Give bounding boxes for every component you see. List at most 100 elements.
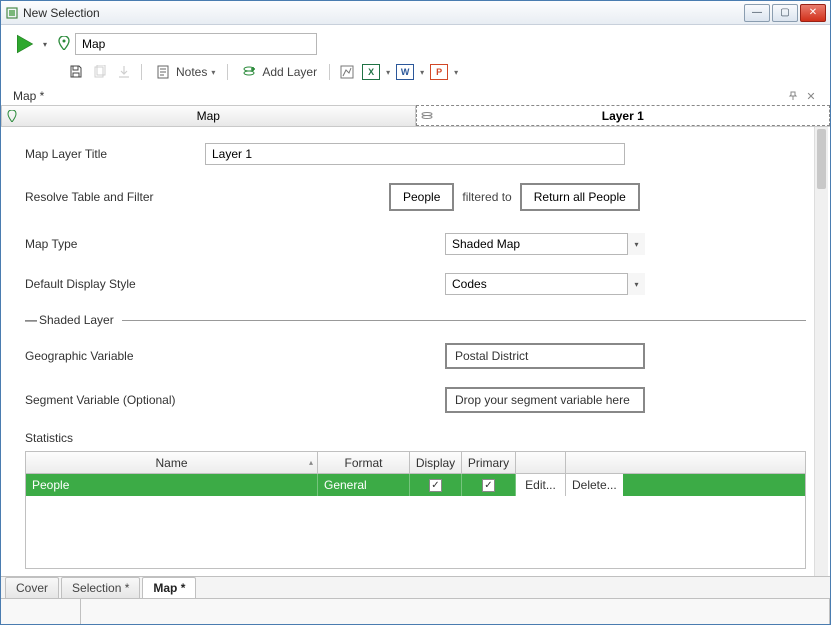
chevron-down-icon: ▾ bbox=[627, 273, 645, 295]
label-seg-variable: Segment Variable (Optional) bbox=[25, 393, 445, 407]
add-layer-icon bbox=[240, 63, 258, 81]
word-export-icon[interactable]: W bbox=[396, 64, 414, 80]
row-default-display: Default Display Style Codes ▾ bbox=[25, 273, 806, 295]
status-bar bbox=[1, 598, 830, 624]
notes-label: Notes bbox=[176, 65, 207, 79]
window-buttons: — ▢ ✕ bbox=[744, 4, 826, 22]
status-cell-1 bbox=[1, 599, 81, 624]
input-map-layer-title[interactable] bbox=[205, 143, 625, 165]
tab-map-bottom[interactable]: Map * bbox=[142, 577, 196, 598]
tab-selection[interactable]: Selection * bbox=[61, 577, 140, 598]
resolve-filter-chip[interactable]: Return all People bbox=[520, 183, 640, 211]
name-input[interactable] bbox=[75, 33, 317, 55]
col-header-name[interactable]: Name ▴ bbox=[26, 452, 318, 473]
toolbar-row-2: Notes ▾ Add Layer X ▾ W ▾ P ▾ bbox=[11, 61, 820, 83]
separator bbox=[141, 64, 142, 80]
row-seg-variable: Segment Variable (Optional) Drop your se… bbox=[25, 387, 806, 413]
layer-icon bbox=[421, 110, 433, 122]
close-panel-icon[interactable]: ✕ bbox=[804, 89, 818, 103]
tab-map[interactable]: Map bbox=[1, 105, 416, 126]
cell-name: People bbox=[26, 474, 318, 496]
grid-row[interactable]: People General ✓ ✓ Edit... Delete... bbox=[26, 474, 805, 496]
grid-header: Name ▴ Format Display Primary bbox=[26, 452, 805, 474]
edit-button[interactable]: Edit... bbox=[516, 474, 566, 496]
collapse-toggle-icon[interactable]: — bbox=[25, 313, 39, 327]
word-caret[interactable]: ▾ bbox=[420, 68, 424, 77]
row-resolve: Resolve Table and Filter People filtered… bbox=[25, 183, 806, 211]
toolbar-area: ▾ Notes ▾ bbox=[1, 25, 830, 87]
scrollbar[interactable] bbox=[814, 127, 828, 576]
resolve-table-chip[interactable]: People bbox=[389, 183, 454, 211]
chevron-down-icon: ▾ bbox=[627, 233, 645, 255]
map-pin-icon bbox=[6, 110, 18, 122]
pin-panel-icon[interactable] bbox=[786, 89, 800, 103]
minimize-button[interactable]: — bbox=[744, 4, 770, 22]
copy-icon bbox=[91, 63, 109, 81]
pin-icon bbox=[57, 36, 71, 53]
separator bbox=[227, 64, 228, 80]
layer-tabs: Map Layer 1 bbox=[1, 105, 830, 127]
select-default-display[interactable]: Codes ▾ bbox=[445, 273, 645, 295]
row-map-type: Map Type Shaded Map ▾ bbox=[25, 233, 806, 255]
label-geo-variable: Geographic Variable bbox=[25, 349, 445, 363]
status-cell-2 bbox=[81, 599, 830, 624]
bottom-tabs: Cover Selection * Map * bbox=[1, 576, 830, 598]
faststats-export-icon[interactable] bbox=[338, 63, 356, 81]
statistics-grid: Name ▴ Format Display Primary People Gen… bbox=[25, 451, 806, 569]
save-icon[interactable] bbox=[67, 63, 85, 81]
col-header-delete bbox=[566, 452, 616, 473]
section-shaded-label: Shaded Layer bbox=[39, 313, 114, 327]
filtered-to-text: filtered to bbox=[462, 190, 511, 204]
row-geo-variable: Geographic Variable Postal District bbox=[25, 343, 806, 369]
close-button[interactable]: ✕ bbox=[800, 4, 826, 22]
scrollbar-thumb[interactable] bbox=[817, 129, 826, 189]
col-header-display[interactable]: Display bbox=[410, 452, 462, 473]
label-default-display: Default Display Style bbox=[25, 277, 445, 291]
excel-export-icon[interactable]: X bbox=[362, 64, 380, 80]
section-divider bbox=[122, 320, 806, 321]
cell-display: ✓ bbox=[410, 474, 462, 496]
label-map-layer-title: Map Layer Title bbox=[25, 147, 205, 161]
seg-variable-dropzone[interactable]: Drop your segment variable here bbox=[445, 387, 645, 413]
tab-cover[interactable]: Cover bbox=[5, 577, 59, 598]
cell-primary: ✓ bbox=[462, 474, 516, 496]
notes-caret: ▾ bbox=[211, 68, 215, 77]
app-icon bbox=[5, 6, 19, 20]
primary-checkbox[interactable]: ✓ bbox=[482, 479, 495, 492]
tab-map-label: Map bbox=[197, 109, 220, 123]
tab-layer-label: Layer 1 bbox=[602, 109, 644, 123]
export-icon bbox=[115, 63, 133, 81]
document-title-bar: Map * ✕ bbox=[1, 87, 830, 105]
add-layer-label: Add Layer bbox=[262, 65, 317, 79]
notes-button[interactable]: Notes ▾ bbox=[150, 61, 219, 83]
select-map-type[interactable]: Shaded Map ▾ bbox=[445, 233, 645, 255]
label-resolve: Resolve Table and Filter bbox=[25, 190, 385, 204]
label-statistics: Statistics bbox=[25, 431, 806, 445]
window-title: New Selection bbox=[23, 6, 744, 20]
excel-caret[interactable]: ▾ bbox=[386, 68, 390, 77]
select-default-display-value: Codes bbox=[445, 273, 645, 295]
main-content: Map Layer Title Resolve Table and Filter… bbox=[1, 127, 830, 576]
notes-icon bbox=[154, 63, 172, 81]
col-header-primary[interactable]: Primary bbox=[462, 452, 516, 473]
cell-format: General bbox=[318, 474, 410, 496]
col-header-format[interactable]: Format bbox=[318, 452, 410, 473]
col-header-edit bbox=[516, 452, 566, 473]
toolbar-row-1: ▾ bbox=[11, 31, 820, 57]
geo-variable-dropzone[interactable]: Postal District bbox=[445, 343, 645, 369]
run-button[interactable] bbox=[11, 31, 39, 57]
display-checkbox[interactable]: ✓ bbox=[429, 479, 442, 492]
titlebar: New Selection — ▢ ✕ bbox=[1, 1, 830, 25]
maximize-button[interactable]: ▢ bbox=[772, 4, 798, 22]
sort-asc-icon: ▴ bbox=[309, 458, 313, 467]
run-dropdown-caret[interactable]: ▾ bbox=[43, 40, 53, 49]
powerpoint-export-icon[interactable]: P bbox=[430, 64, 448, 80]
separator bbox=[329, 64, 330, 80]
delete-button[interactable]: Delete... bbox=[566, 474, 623, 496]
add-layer-button[interactable]: Add Layer bbox=[236, 61, 321, 83]
label-map-type: Map Type bbox=[25, 237, 445, 251]
tab-layer-1[interactable]: Layer 1 bbox=[416, 105, 831, 126]
select-map-type-value: Shaded Map bbox=[445, 233, 645, 255]
powerpoint-caret[interactable]: ▾ bbox=[454, 68, 458, 77]
app-window: New Selection — ▢ ✕ ▾ bbox=[0, 0, 831, 625]
